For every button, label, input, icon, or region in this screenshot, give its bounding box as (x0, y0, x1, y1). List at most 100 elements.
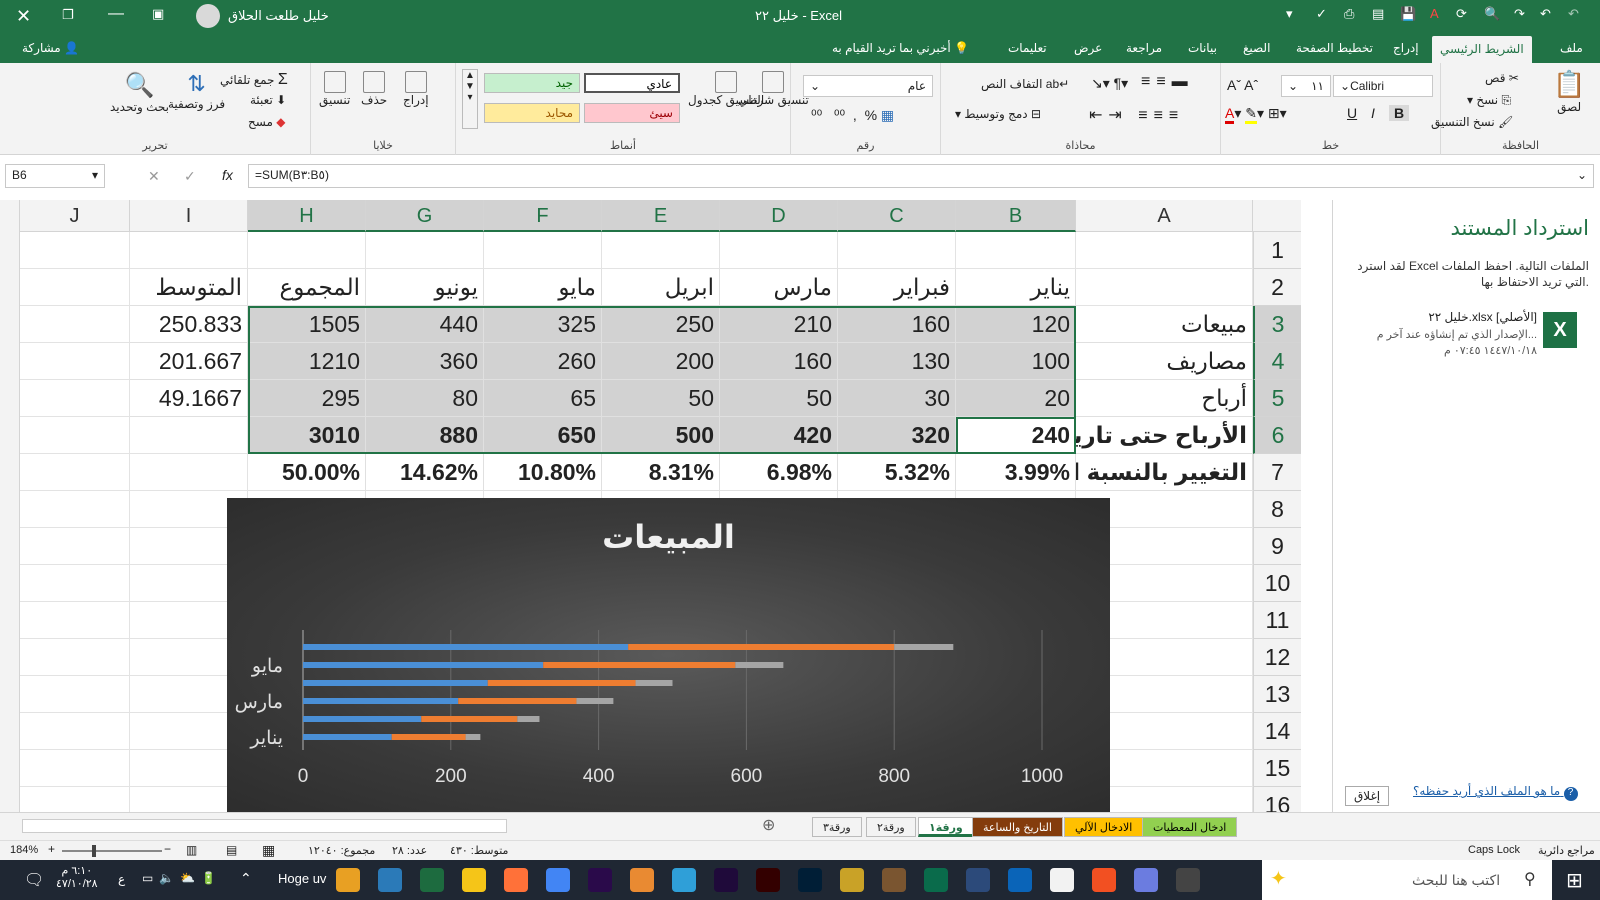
header-cell-i[interactable]: المتوسط (130, 269, 248, 306)
zoom-in-icon[interactable]: + (48, 842, 55, 856)
italic-button[interactable]: I (1371, 105, 1375, 121)
row-header-9[interactable]: 9 (1253, 528, 1301, 565)
font-color-icon[interactable]: A (1430, 6, 1439, 21)
enter-icon[interactable]: ✓ (184, 168, 196, 185)
column-header-h[interactable]: H (248, 200, 366, 232)
row-header-10[interactable]: 10 (1253, 565, 1301, 602)
grid-cell[interactable] (20, 750, 130, 787)
page-layout-view-icon[interactable]: ▤ (226, 843, 237, 857)
help-link[interactable]: ما هو الملف الذي أريد حفظه؟ ? (1413, 784, 1578, 801)
undo-disabled-icon[interactable]: ↶ (1568, 6, 1579, 22)
menu-data[interactable]: بيانات (1188, 41, 1217, 55)
data-cell-i4[interactable]: 201.667 (130, 343, 248, 380)
zoom-slider[interactable] (62, 845, 162, 857)
data-cell-g3[interactable]: 440 (366, 306, 484, 343)
chevron-up-icon[interactable]: ⌃ (240, 870, 252, 887)
zoom-out-icon[interactable]: − (164, 842, 171, 856)
maya-icon[interactable] (672, 868, 696, 892)
header-cell-e[interactable]: ابريل (602, 269, 720, 306)
horizontal-scrollbar[interactable] (22, 819, 507, 833)
menu-page-layout[interactable]: تخطيط الصفحة (1296, 41, 1373, 55)
illustrator-icon[interactable] (756, 868, 780, 892)
row-header-15[interactable]: 15 (1253, 750, 1301, 787)
undo-icon[interactable]: ↶ (1540, 6, 1551, 22)
data-cell-b3[interactable]: 120 (956, 306, 1076, 343)
row-header-14[interactable]: 14 (1253, 713, 1301, 750)
zoom-thumb[interactable] (92, 845, 96, 857)
row-header-4[interactable]: 4 (1253, 343, 1301, 380)
avatar[interactable] (196, 4, 220, 28)
data-cell-d4[interactable]: 160 (720, 343, 838, 380)
column-header-j[interactable]: J (20, 200, 130, 232)
delete-cells-button[interactable]: حذف (361, 71, 387, 107)
find-select-button[interactable]: 🔍 بحث وتحديد (110, 71, 169, 114)
data-cell-f6[interactable]: 650 (484, 417, 602, 454)
row-label-6[interactable]: الأرباح حتى تاريخه (1076, 417, 1253, 454)
data-cell-b5[interactable]: 20 (956, 380, 1076, 417)
close-window-icon[interactable]: ✕ (16, 6, 31, 27)
grid-cell[interactable] (20, 232, 130, 269)
tab-data-entry[interactable]: ادخال المعطيات (1142, 817, 1238, 837)
insert-function-icon[interactable]: fx (222, 167, 233, 183)
grid-cell[interactable] (130, 232, 248, 269)
row-header-3[interactable]: 3 (1253, 306, 1301, 343)
grid-cell[interactable] (130, 454, 248, 491)
grid-cell[interactable] (20, 713, 130, 750)
grid-cell[interactable] (602, 232, 720, 269)
data-cell-c5[interactable]: 30 (838, 380, 956, 417)
data-cell-i3[interactable]: 250.833 (130, 306, 248, 343)
outlook-icon[interactable] (1008, 868, 1032, 892)
font-name-dropdown[interactable]: Calibri ⌄ (1333, 75, 1433, 97)
store-icon[interactable] (1092, 868, 1116, 892)
zoom-icon[interactable]: 🔍 (1484, 6, 1500, 22)
row-label-5[interactable]: أرباح (1076, 380, 1253, 417)
taskbar-search[interactable]: ✦ اكتب هنا للبحث ⚲ (1262, 860, 1552, 900)
grow-shrink-font-icons[interactable]: Aˇ Aˆ (1227, 77, 1258, 93)
data-cell-d6[interactable]: 420 (720, 417, 838, 454)
row-header-2[interactable]: 2 (1253, 269, 1301, 306)
tab-sheet2[interactable]: ورقة٢ (866, 817, 916, 837)
cancel-icon[interactable]: ✕ (148, 168, 160, 185)
data-cell-h3[interactable]: 1505 (248, 306, 366, 343)
video-icon[interactable] (630, 868, 654, 892)
grid-cell[interactable] (20, 787, 130, 812)
grid-cell[interactable] (1076, 269, 1253, 306)
form-icon[interactable]: ▤ (1372, 6, 1384, 22)
data-cell-d3[interactable]: 210 (720, 306, 838, 343)
restore-window-icon[interactable]: ❐ (62, 7, 74, 23)
header-cell-f[interactable]: مايو (484, 269, 602, 306)
menu-help[interactable]: تعليمات (1008, 41, 1047, 55)
data-cell-g6[interactable]: 880 (366, 417, 484, 454)
data-cell-h6[interactable]: 3010 (248, 417, 366, 454)
data-cell-e6[interactable]: 500 (602, 417, 720, 454)
normal-view-icon[interactable]: ▦ (262, 842, 275, 859)
windows-start-icon[interactable]: ⊞ (1566, 868, 1583, 893)
grid-cell[interactable] (720, 232, 838, 269)
tab-auto-input[interactable]: الادخال الآلي (1064, 817, 1144, 837)
menu-insert[interactable]: إدراج (1393, 41, 1419, 55)
grid-cell[interactable] (20, 269, 130, 306)
styles-scroll[interactable]: ▲ ▼ ▾ (462, 69, 478, 129)
data-cell-e5[interactable]: 50 (602, 380, 720, 417)
insert-cells-button[interactable]: إدراج (403, 71, 429, 107)
paste-button[interactable]: 📋 لصق (1553, 69, 1585, 114)
app-icon[interactable] (840, 868, 864, 892)
data-cell-e3[interactable]: 250 (602, 306, 720, 343)
row-header-8[interactable]: 8 (1253, 491, 1301, 528)
row-header-11[interactable]: 11 (1253, 602, 1301, 639)
data-cell-c4[interactable]: 130 (838, 343, 956, 380)
orientation-icons[interactable]: ↘▾ ¶▾ (1091, 75, 1128, 92)
row-header-1[interactable]: 1 (1253, 232, 1301, 269)
redo-icon[interactable]: ↷ (1514, 6, 1525, 22)
add-sheet-icon[interactable]: ⊕ (762, 815, 775, 835)
style-good[interactable]: جيد (484, 73, 580, 93)
tray-icons[interactable]: ▭🔈⛅🔋 (142, 871, 222, 885)
recovered-file-item[interactable]: X خليل ٢٢.xlsx [الأصلي] الإصدار الذي تم … (1343, 308, 1593, 368)
format-cells-button[interactable]: تنسيق (319, 71, 350, 107)
formula-input[interactable]: =SUM(B٣:B٥) ⌄ (248, 164, 1594, 188)
underline-button[interactable]: U (1347, 105, 1357, 121)
premiere-icon[interactable] (588, 868, 612, 892)
grid-cell[interactable] (20, 676, 130, 713)
save-icon[interactable]: 💾 (1400, 6, 1416, 22)
number-format-buttons[interactable]: ⁰⁰ ⁰⁰ , % ▦ (811, 107, 894, 124)
